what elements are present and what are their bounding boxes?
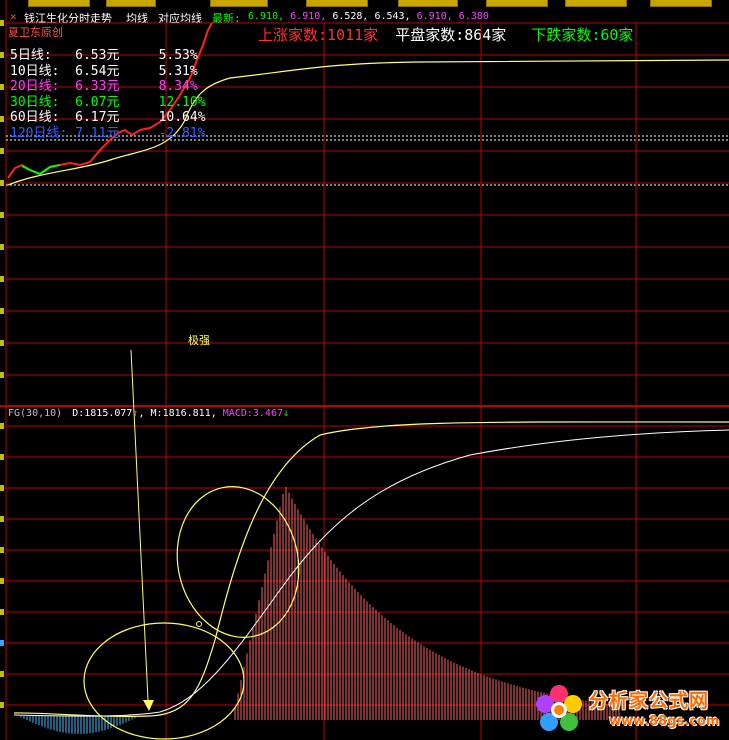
axis-tick xyxy=(0,702,4,708)
annotation-text: 极强 xyxy=(188,334,210,347)
indicator-header: FG(30,10) D:1815.077↑, M:1816.811, MACD:… xyxy=(8,408,290,419)
axis-tick xyxy=(0,212,4,218)
ma-row: 20日线: 6.33元 8.34% xyxy=(10,79,198,94)
axis-tick xyxy=(0,308,4,314)
axis-tick xyxy=(0,244,4,250)
d-label: D: xyxy=(72,408,85,419)
macd-value: 3.467 xyxy=(252,408,283,419)
indicator-name: FG(30,10) xyxy=(8,408,63,419)
m-label: M: xyxy=(150,408,163,419)
d-value: 1815.077 xyxy=(84,408,133,419)
axis-tick xyxy=(0,116,4,122)
axis-tick xyxy=(0,20,4,26)
axis-tick xyxy=(0,372,4,378)
ma-row: 30日线: 6.07元 12.10% xyxy=(10,94,206,110)
axis-tick xyxy=(0,454,4,460)
dea-line xyxy=(13,429,729,717)
axis-tick xyxy=(0,276,4,282)
ma-legend: 5日线: 6.53元 5.53% 10日线: 6.54元 5.31% 20日线: 6… xyxy=(10,48,206,141)
highlight-ellipse xyxy=(176,486,300,638)
axis-tick xyxy=(0,180,4,186)
axis-tick xyxy=(0,609,4,615)
ma-row: 120日线: 7.11元 -2.81% xyxy=(10,125,206,141)
arrow-down-icon: ↓ xyxy=(283,408,290,419)
logo-url: www.88gs.com xyxy=(609,714,720,729)
ma-row: 10日线: 6.54元 5.31% xyxy=(10,63,198,79)
axis-tick xyxy=(0,671,4,677)
axis-tick xyxy=(0,423,4,429)
axis-tick xyxy=(0,516,4,522)
logo-name: 分析家公式网 xyxy=(589,690,710,712)
axis-tick xyxy=(0,578,4,584)
axis-tick xyxy=(0,640,4,646)
axis-tick xyxy=(0,547,4,553)
dif-line xyxy=(13,421,729,718)
ma-row: 5日线: 6.53元 5.53% xyxy=(10,48,198,63)
axis-tick xyxy=(0,485,4,491)
axis-tick xyxy=(0,148,4,154)
axis-tick xyxy=(0,84,4,90)
axis-tick xyxy=(0,52,4,58)
ma-row: 60日线: 6.17元 10.64% xyxy=(10,110,206,125)
site-logo: 分析家公式网 www.88gs.com xyxy=(529,680,729,740)
marker-dot xyxy=(196,621,202,627)
annotation-arrow xyxy=(130,349,149,701)
flower-icon xyxy=(536,685,582,731)
m-value: 1816.811 xyxy=(162,408,211,419)
macd-label: MACD: xyxy=(222,408,253,419)
axis-tick xyxy=(0,340,4,346)
